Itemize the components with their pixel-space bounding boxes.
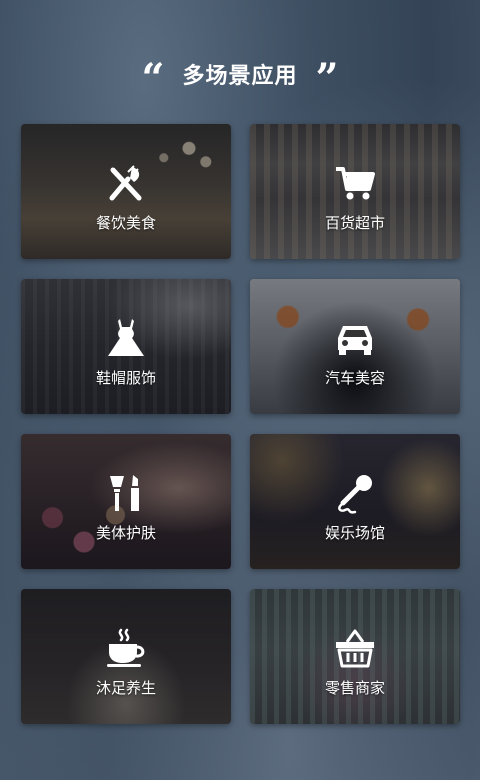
scene-tile-apparel[interactable]: 鞋帽服饰 xyxy=(21,279,231,414)
basket-icon xyxy=(333,626,377,670)
close-quote-mark: ” xyxy=(315,59,339,89)
shopping-cart-icon xyxy=(333,161,377,205)
scene-tile-supermarket[interactable]: 百货超市 xyxy=(250,124,460,259)
makeup-brush-icon xyxy=(104,471,148,515)
scene-label: 餐饮美食 xyxy=(95,214,156,232)
scene-label: 沐足养生 xyxy=(95,679,156,697)
scene-tile-dining[interactable]: 餐饮美食 xyxy=(21,124,231,259)
scene-tile-retail[interactable]: 零售商家 xyxy=(250,589,460,724)
section-header: “ 多场景应用 ” xyxy=(0,54,480,94)
scene-tile-beauty[interactable]: 美体护肤 xyxy=(21,434,231,569)
dress-icon xyxy=(104,316,148,360)
scene-label: 娱乐场馆 xyxy=(324,524,385,542)
scene-label: 零售商家 xyxy=(324,679,385,697)
scene-label: 百货超市 xyxy=(324,214,385,232)
fork-knife-icon xyxy=(104,161,148,205)
microphone-icon xyxy=(333,471,377,515)
open-quote-mark: “ xyxy=(141,59,165,89)
scene-label: 汽车美容 xyxy=(324,369,385,387)
car-icon xyxy=(333,316,377,360)
scene-label: 美体护肤 xyxy=(95,524,156,542)
scene-tile-car-care[interactable]: 汽车美容 xyxy=(250,279,460,414)
scene-label: 鞋帽服饰 xyxy=(95,369,156,387)
page-title: 多场景应用 xyxy=(182,64,298,89)
scene-tile-entertainment[interactable]: 娱乐场馆 xyxy=(250,434,460,569)
scene-tile-foot-spa[interactable]: 沐足养生 xyxy=(21,589,231,724)
scene-grid: 餐饮美食 百货超市 鞋帽服饰 汽车美容 美体护肤 娱乐场馆 沐足养生 零售商家 xyxy=(21,124,461,724)
tea-cup-icon xyxy=(104,626,148,670)
